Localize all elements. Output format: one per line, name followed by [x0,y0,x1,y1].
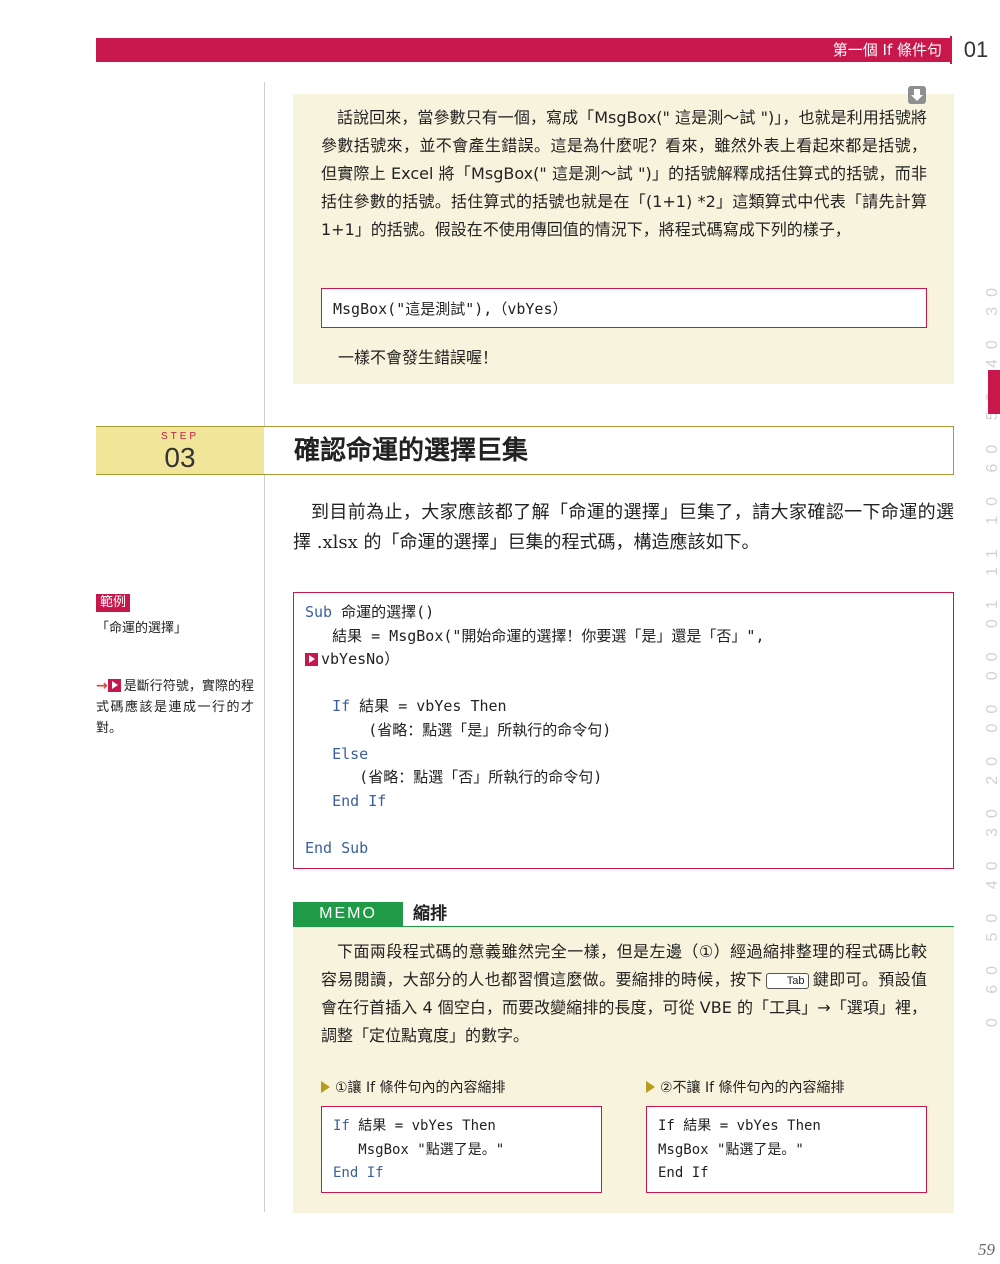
example-left-code: If 結果 = vbYes Then MsgBox "點選了是。" End If [321,1106,602,1193]
code-line: MsgBox "點選了是。" [658,1141,804,1158]
step-title-bar: 確認命運的選擇巨集 [264,426,954,475]
download-icon [908,86,926,104]
code-keyword: Else [332,744,369,763]
note-footer: 一樣不會發生錯誤喔！ [338,348,499,367]
tab-key-icon: Tab [765,973,810,989]
code-line: (省略：點選「否」所執行的命令句) [305,766,942,790]
chapter-header-bar: 第一個 If 條件句 01 [96,36,1000,64]
triangle-bullet-icon [646,1081,655,1093]
memo-tag: MEMO [293,902,403,926]
code-keyword: End Sub [305,838,369,857]
sample-tag: 範例 [96,594,131,612]
code-line: If 結果 = vbYes Then [333,1115,590,1139]
arrow-right-icon: → [96,678,108,694]
code-line: End If [333,1162,590,1186]
code-text: MsgBox "點選了是。" [333,1141,505,1158]
chapter-title: 第一個 If 條件句 [832,41,942,59]
code-listing: Sub 命運的選擇() 結果 = MsgBox("開始命運的選擇！你要選「是」還… [293,592,954,869]
code-text: 命運的選擇() [332,603,435,621]
step-label: STEP [160,431,200,442]
code-text: 結果 = vbYes Then [349,1118,496,1134]
code-line: End Sub [305,837,942,861]
edge-chapter-marker [988,370,1000,414]
code-line: MsgBox "點選了是。" [333,1139,590,1163]
example-right-code: If 結果 = vbYes Then MsgBox "點選了是。" End If [646,1106,927,1193]
code-line: End If [305,790,942,814]
example-heading-text: ①讓 If 條件句內的內容縮排 [335,1080,506,1096]
code-line: Sub 命運的選擇() [305,601,942,625]
line-break-icon [107,679,121,692]
note-paragraph: 話說回來，當參數只有一個，寫成「MsgBox(" 這是測～試 ")」，也就是利用… [321,108,927,239]
code-keyword: Sub [305,603,333,621]
code-keyword: If [332,697,351,716]
step-badge: STEP 03 [96,426,264,475]
column-divider [264,82,265,1212]
step-title: 確認命運的選擇巨集 [294,436,529,466]
code-line: (省略：點選「是」所執行的命令句) [305,719,942,743]
example-left-heading: ①讓 If 條件句內的內容縮排 [321,1078,506,1098]
code-keyword: If [333,1118,350,1134]
example-right-heading: ②不讓 If 條件句內的內容縮排 [646,1078,845,1098]
memo-paragraph: 下面兩段程式碼的意義雖然完全一樣，但是左邊（①）經過縮排整理的程式碼比較容易閱讀… [321,938,927,1050]
intro-paragraph: 到目前為止，大家應該都了解「命運的選擇」巨集了，請大家確認一下命運的選擇 .xl… [293,502,954,553]
sample-name: 「命運的選擇」 [96,621,188,636]
code-text: (省略：點選「是」所執行的命令句) [305,720,612,739]
line-break-icon [305,653,318,667]
memo-title: 縮排 [413,904,447,924]
code-text: 結果 = vbYes Then [350,697,507,716]
code-line: If 結果 = vbYes Then [305,695,942,719]
code-keyword: End If [332,791,387,810]
code-text: 結果 = MsgBox("開始命運的選擇！你要選「是」還是「否」", [305,626,765,645]
side-note: → 是斷行符號，實際的程式碼應該是連成一行的才對。 [96,676,254,739]
code-keyword: End If [333,1165,384,1182]
page-number: 59 [978,1240,995,1259]
inline-code-box: MsgBox("這是測試"),（vbYes） [321,288,927,328]
code-line: End If [658,1165,709,1182]
code-line: 結果 = MsgBox("開始命運的選擇！你要選「是」還是「否」", [305,625,942,649]
code-line: If 結果 = vbYes Then [658,1118,821,1134]
example-heading-text: ②不讓 If 條件句內的內容縮排 [660,1080,845,1096]
code-text: (省略：點選「否」所執行的命令句) [305,768,603,787]
step-number: 03 [164,442,196,473]
triangle-bullet-icon [321,1081,330,1093]
code-text: vbYesNo） [321,650,400,669]
code-line: vbYesNo） [305,648,942,672]
code-line: Else [305,743,942,767]
chapter-number: 01 [950,36,1000,64]
